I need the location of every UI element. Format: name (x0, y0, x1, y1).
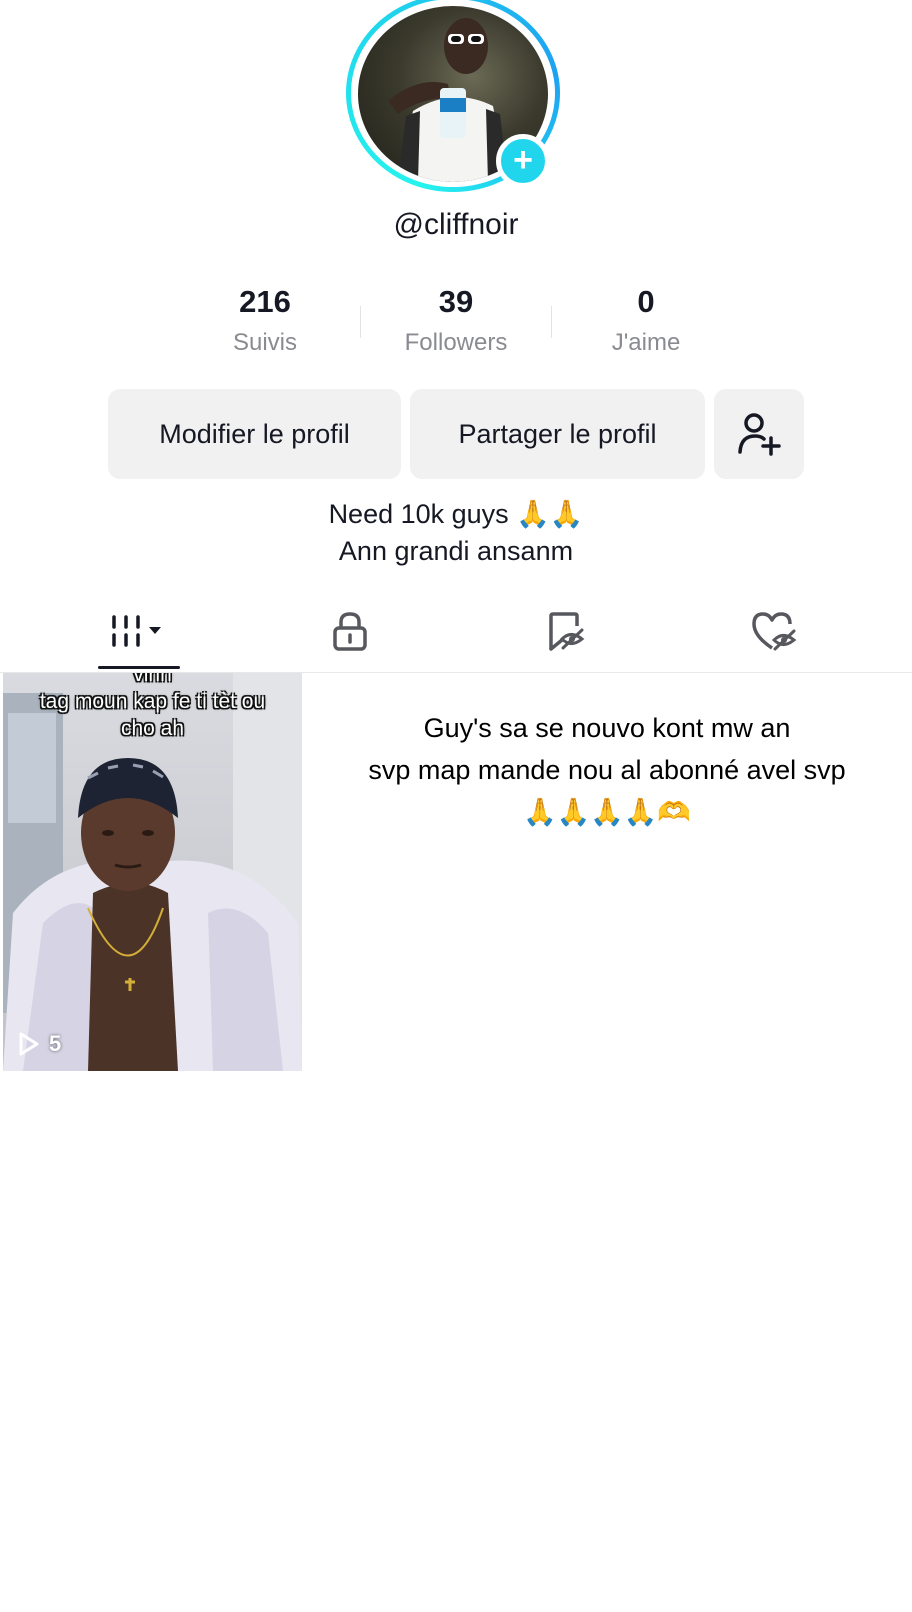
video-caption-line: cho ah (120, 717, 185, 740)
post-text-line: 🙏🙏🙏🙏🫶 (522, 797, 692, 827)
stat-followers-label: Followers (404, 329, 508, 356)
video-views-value: 5 (49, 1031, 62, 1056)
tab-private[interactable] (310, 606, 390, 656)
video-caption-line: tag moun kap fe ti tèt ou (39, 690, 266, 713)
bio-line: Need 10k guys 🙏🙏 (328, 499, 584, 529)
add-story-button[interactable]: + (496, 134, 550, 188)
post-text-line: Guy's sa se nouvo kont mw an (423, 713, 791, 743)
stat-divider (360, 306, 361, 338)
stat-likes-label: J'aime (611, 329, 681, 356)
tab-liked[interactable] (734, 606, 814, 656)
lock-icon (333, 612, 367, 651)
stat-likes-count: 0 (637, 284, 655, 319)
stat-following[interactable]: 216 Suivis (175, 284, 355, 358)
stat-following-count: 216 (239, 284, 291, 319)
stat-likes[interactable]: 0 J'aime (556, 284, 736, 358)
play-icon (19, 1032, 39, 1056)
post-text-line: svp map mande nou al abonné avel svp (368, 755, 846, 785)
video-view-count: 5 (17, 1031, 61, 1057)
tab-favorites[interactable] (525, 606, 605, 656)
video-caption: vinn tag moun kap fe ti tèt ou cho ah (3, 673, 302, 742)
videos-grid-icon (112, 615, 161, 647)
bookmark-hidden-icon (549, 612, 585, 651)
video-thumbnail[interactable]: vinn tag moun kap fe ti tèt ou cho ah 5 (3, 673, 302, 1071)
stat-divider (551, 306, 552, 338)
add-user-icon (738, 413, 781, 456)
profile-username: @cliffnoir (393, 208, 519, 241)
bio-line: Ann grandi ansanm (338, 536, 574, 566)
share-profile-button[interactable]: Partager le profil (410, 389, 705, 479)
add-friends-button[interactable] (714, 389, 804, 479)
tab-videos[interactable] (98, 606, 180, 656)
profile-avatar[interactable]: + (346, 0, 566, 194)
stat-followers[interactable]: 39 Followers (366, 284, 546, 358)
video-caption-line: vinn (133, 673, 172, 686)
edit-profile-button[interactable]: Modifier le profil (108, 389, 401, 479)
stat-following-label: Suivis (232, 329, 298, 356)
active-tab-indicator (98, 666, 180, 669)
liked-hidden-icon (752, 612, 797, 651)
stat-followers-count: 39 (438, 284, 474, 319)
